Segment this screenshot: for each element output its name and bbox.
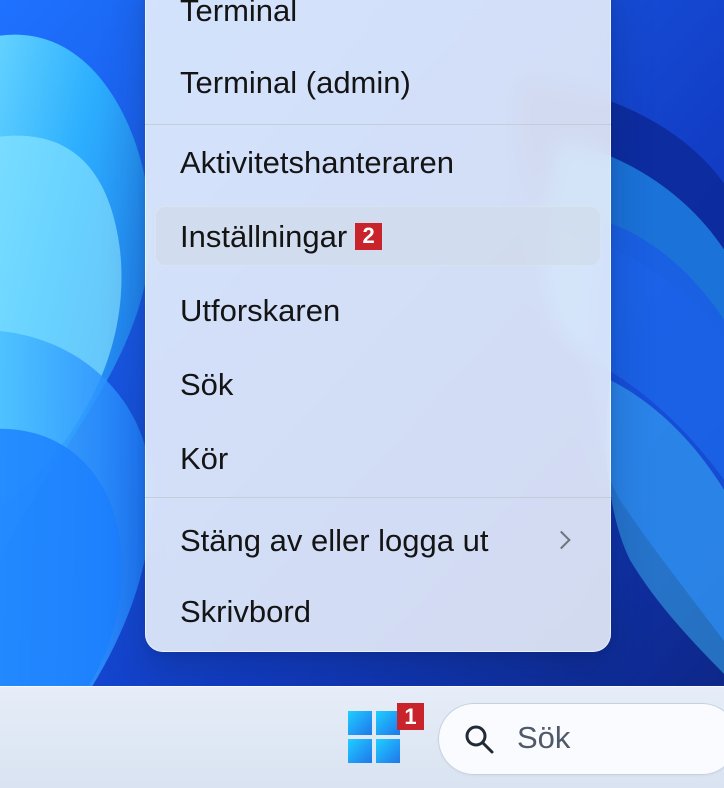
- menu-item-label: Skrivbord: [180, 593, 311, 629]
- menu-item-terminal[interactable]: Terminal: [155, 0, 601, 40]
- menu-item-label: Aktivitetshanteraren: [180, 144, 454, 180]
- menu-item-settings[interactable]: Inställningar 2: [155, 206, 601, 266]
- menu-item-label: Kör: [180, 440, 229, 476]
- windows-start-icon: [348, 711, 372, 735]
- annotation-badge: 2: [355, 222, 383, 250]
- menu-item-label: Stäng av eller logga ut: [180, 522, 489, 558]
- menu-item-terminal-admin[interactable]: Terminal (admin): [155, 52, 601, 112]
- context-menu: Terminal Terminal (admin) Aktivitetshant…: [145, 0, 611, 652]
- menu-item-search[interactable]: Sök: [155, 354, 601, 414]
- menu-item-label: Terminal: [180, 0, 298, 28]
- taskbar: 1 Sök: [0, 686, 724, 788]
- windows-start-icon: [376, 739, 400, 763]
- windows-start-icon: [348, 739, 372, 763]
- menu-item-label: Utforskaren: [180, 292, 341, 328]
- menu-item-file-explorer[interactable]: Utforskaren: [155, 280, 601, 340]
- menu-item-label: Inställningar: [180, 218, 348, 254]
- menu-item-label: Terminal (admin): [180, 64, 411, 100]
- menu-separator: [145, 497, 611, 498]
- menu-item-shutdown-signout[interactable]: Stäng av eller logga ut: [155, 510, 601, 570]
- start-button[interactable]: [348, 711, 400, 763]
- search-input[interactable]: Sök: [517, 722, 570, 753]
- menu-item-task-manager[interactable]: Aktivitetshanteraren: [155, 132, 601, 192]
- menu-separator: [145, 124, 611, 125]
- chevron-right-icon: [552, 530, 571, 550]
- menu-item-run[interactable]: Kör: [155, 428, 601, 488]
- search-icon: [465, 725, 494, 754]
- menu-item-desktop[interactable]: Skrivbord: [155, 581, 601, 641]
- annotation-badge: 1: [397, 703, 424, 730]
- menu-item-label: Sök: [180, 366, 234, 402]
- search-box[interactable]: Sök: [438, 703, 724, 775]
